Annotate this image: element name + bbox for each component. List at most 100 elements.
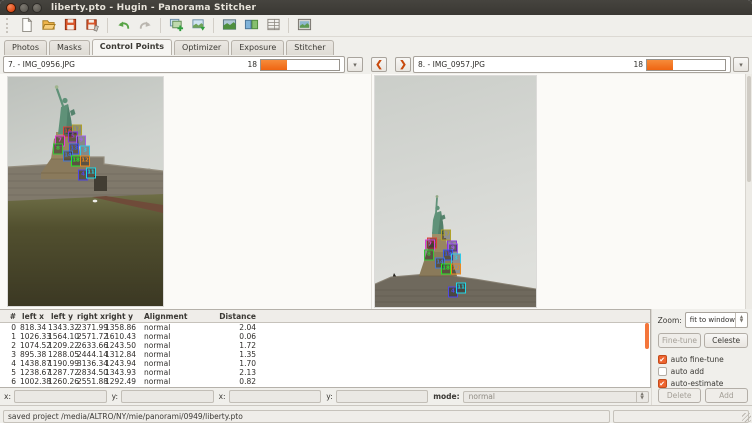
toolbar-separator <box>160 18 161 33</box>
resize-grip-icon[interactable] <box>742 413 751 422</box>
unchecked-checkbox-icon[interactable] <box>658 367 667 376</box>
checked-checkbox-icon[interactable]: ✔ <box>658 355 667 364</box>
next-image-pair-button[interactable]: ❯ <box>395 57 411 72</box>
column-header[interactable]: right x <box>75 310 103 323</box>
save-floppy-icon <box>63 17 78 35</box>
zoom-select[interactable]: fit to window ▲▼ <box>685 312 748 328</box>
control-point-marker[interactable]: 11 <box>86 167 96 178</box>
right-image-pane[interactable]: 16175798133141812411 <box>372 74 745 309</box>
mode-label: mode: <box>433 392 459 401</box>
column-header[interactable]: left x <box>18 310 46 323</box>
right-image-cp-progress-fill <box>647 60 673 70</box>
toolbar <box>0 15 752 37</box>
right-image-cp-progress <box>646 59 726 71</box>
cp-table-row[interactable]: 0818.341343.322371.991358.86normal2.04 <box>0 323 650 333</box>
control-point-table-button[interactable] <box>263 16 283 35</box>
cp-table-body: 0818.341343.322371.991358.86normal2.0411… <box>0 323 650 387</box>
close-window-icon[interactable] <box>6 3 16 13</box>
control-point-marker[interactable]: 18 <box>441 263 451 274</box>
fine-tune-button[interactable]: Fine-tune <box>658 333 702 348</box>
tab-control-points[interactable]: Control Points <box>92 39 172 55</box>
column-header[interactable]: Alignment <box>132 310 210 323</box>
titlebar[interactable]: liberty.pto - Hugin - Panorama Stitcher <box>0 0 752 15</box>
column-header[interactable]: Distance <box>210 310 258 323</box>
column-header[interactable]: right y <box>103 310 132 323</box>
save-as-icon <box>85 17 100 35</box>
scrollbar-thumb[interactable] <box>747 76 751 182</box>
tab-exposure[interactable]: Exposure <box>231 40 284 55</box>
gl-preview-button[interactable] <box>294 16 314 35</box>
tab-stitcher[interactable]: Stitcher <box>286 40 333 55</box>
undo-button[interactable] <box>113 16 133 35</box>
control-point-marker[interactable]: 8 <box>424 250 434 261</box>
tab-optimizer[interactable]: Optimizer <box>174 40 229 55</box>
new-project-button[interactable] <box>16 16 36 35</box>
column-header[interactable]: # <box>0 310 18 323</box>
right-image-dropdown-button[interactable]: ▾ <box>733 57 749 72</box>
chevron-down-icon: ▾ <box>353 61 357 69</box>
left-image-dropdown-button[interactable]: ▾ <box>347 57 363 72</box>
save-project-as-button[interactable] <box>82 16 102 35</box>
x2-input[interactable] <box>229 390 322 403</box>
statue-of-liberty-photo-left <box>8 77 163 306</box>
add-time-series-button[interactable] <box>188 16 208 35</box>
cp-table-row[interactable]: 21074.521209.222633.661243.50normal1.72 <box>0 341 650 350</box>
left-image-pane[interactable]: 16175798133141812411 <box>0 74 372 309</box>
control-point-table[interactable]: #left xleft yright xright yAlignmentDist… <box>0 309 651 388</box>
redo-arrow-icon <box>138 17 153 35</box>
tab-masks[interactable]: Masks <box>49 40 90 55</box>
mode-select[interactable]: normal ▲▼ <box>463 391 649 403</box>
toolbar-drag-handle[interactable] <box>6 18 12 33</box>
left-image-combo[interactable]: 7. - IMG_0956.JPG 18 <box>3 56 345 73</box>
add-images-icon <box>169 17 184 35</box>
delete-button[interactable]: Delete <box>658 388 701 403</box>
open-project-button[interactable] <box>38 16 58 35</box>
preview-layout-button[interactable] <box>241 16 261 35</box>
control-point-marker[interactable]: 12 <box>80 156 90 167</box>
minimize-window-icon[interactable] <box>19 3 29 13</box>
preview-panorama-button[interactable] <box>219 16 239 35</box>
redo-button[interactable] <box>135 16 155 35</box>
right-photo[interactable]: 16175798133141812411 <box>375 76 536 307</box>
control-point-editor-area: 16175798133141812411 <box>0 74 752 309</box>
cp-table-row[interactable]: 41438.871190.993136.341243.94normal1.70 <box>0 359 650 368</box>
left-image-cp-progress-fill <box>261 60 287 70</box>
column-header[interactable]: left y <box>46 310 75 323</box>
y2-input[interactable] <box>336 390 429 403</box>
tab-photos[interactable]: Photos <box>4 40 47 55</box>
left-photo[interactable]: 16175798133141812411 <box>8 77 163 306</box>
table-scrollbar-thumb[interactable] <box>645 323 649 349</box>
add-images-button[interactable] <box>166 16 186 35</box>
cp-table-row[interactable]: 3895.381288.052444.141312.84normal1.35 <box>0 350 650 359</box>
hugin-window: liberty.pto - Hugin - Panorama Stitcher … <box>0 0 752 423</box>
cp-table-row[interactable]: 51238.671287.722834.501343.93normal2.13 <box>0 368 650 377</box>
checkbox-auto-add[interactable]: auto add <box>658 367 748 376</box>
spinner-icon[interactable]: ▲▼ <box>735 313 747 327</box>
save-project-button[interactable] <box>60 16 80 35</box>
undo-arrow-icon <box>116 17 131 35</box>
cp-table-row[interactable]: 11026.331564.102571.721610.43normal0.06 <box>0 332 650 341</box>
x1-input[interactable] <box>14 390 107 403</box>
maximize-window-icon[interactable] <box>32 3 42 13</box>
control-point-marker[interactable]: 12 <box>451 263 461 274</box>
editor-vertical-scrollbar[interactable] <box>745 74 752 309</box>
tab-bar: PhotosMasksControl PointsOptimizerExposu… <box>0 37 752 55</box>
checkbox-auto-fine-tune[interactable]: ✔auto fine-tune <box>658 355 748 364</box>
celeste-button[interactable]: Celeste <box>704 333 748 348</box>
image-selector-row: 7. - IMG_0956.JPG 18 ▾ ❮ ❯ 8. - IMG_0957… <box>0 55 752 74</box>
status-bar: saved project /media/ALTRO/NY/mie/panora… <box>0 405 752 423</box>
control-point-marker[interactable]: 8 <box>53 143 63 154</box>
add-button[interactable]: Add <box>705 388 748 403</box>
checked-checkbox-icon[interactable]: ✔ <box>658 379 667 388</box>
toolbar-separator <box>288 18 289 33</box>
checkbox-auto-estimate[interactable]: ✔auto-estimate <box>658 379 748 388</box>
cp-table-row[interactable]: 61002.381260.262551.881292.49normal0.82 <box>0 377 650 386</box>
spinner-icon[interactable]: ▲▼ <box>636 392 648 402</box>
lower-zone: #left xleft yright xright yAlignmentDist… <box>0 309 752 405</box>
prev-image-pair-button[interactable]: ❮ <box>371 57 387 72</box>
right-image-combo[interactable]: 8. - IMG_0957.JPG 18 <box>413 56 731 73</box>
control-point-marker[interactable]: 11 <box>456 283 466 294</box>
y2-label: y: <box>326 392 332 401</box>
control-point-marker[interactable]: 17 <box>441 229 451 240</box>
y1-input[interactable] <box>121 390 214 403</box>
